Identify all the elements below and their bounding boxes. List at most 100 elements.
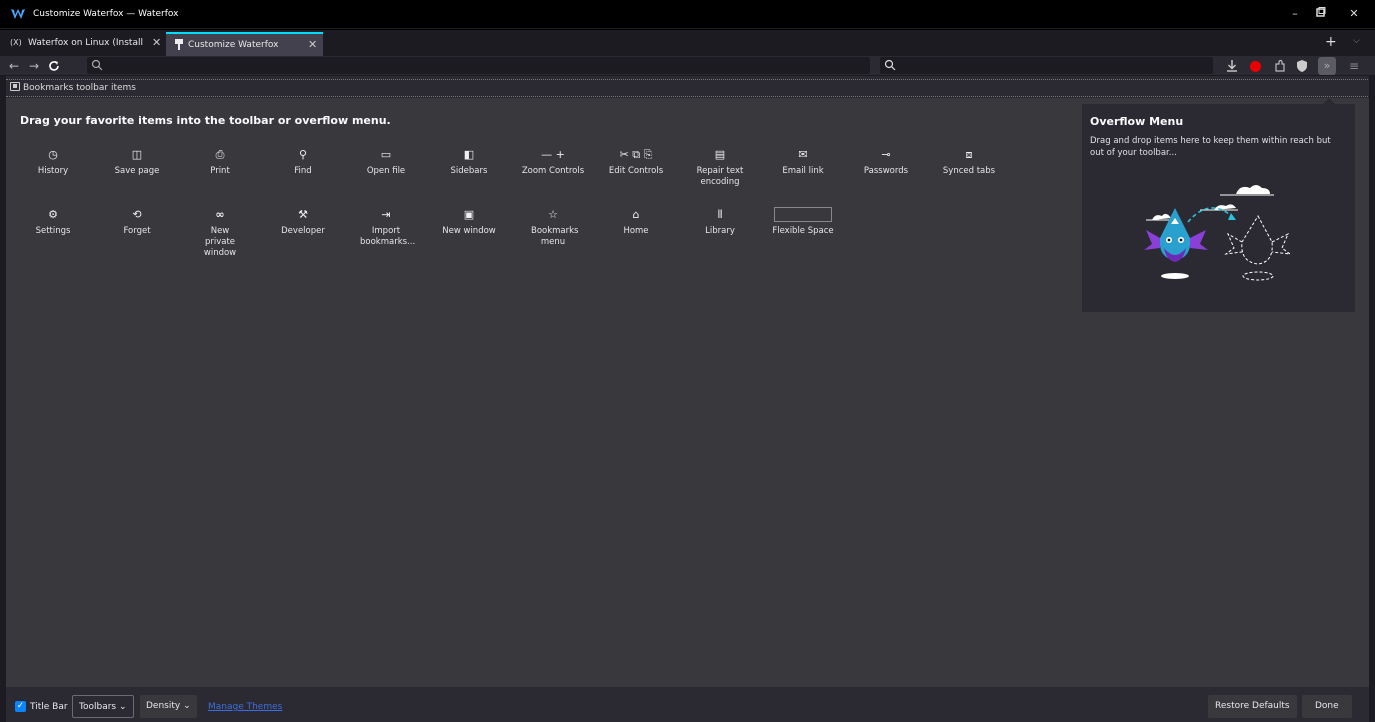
reload-icon xyxy=(49,61,59,71)
forget-icon: ⟲ xyxy=(132,208,142,221)
done-button[interactable]: Done xyxy=(1302,695,1352,718)
palette-item-history[interactable]: ◷ History xyxy=(13,147,93,177)
close-window-button[interactable]: ✕ xyxy=(1345,6,1363,22)
library-icon: ⫴ xyxy=(717,208,723,221)
wrench-icon: ⚒ xyxy=(298,208,308,221)
import-icon: ⇥ xyxy=(381,208,391,221)
bookmarks-menu-icon: ☆ xyxy=(548,208,558,221)
toolbars-dropdown[interactable]: Toolbars ⌄ xyxy=(72,695,134,718)
maximize-button[interactable] xyxy=(1312,6,1330,22)
minimize-button[interactable]: – xyxy=(1286,6,1304,22)
bookmarks-toolbar-items[interactable]: Bookmarks toolbar items xyxy=(10,82,136,93)
forward-button[interactable]: → xyxy=(26,58,42,74)
new-tab-button[interactable]: + xyxy=(1325,34,1337,50)
palette-item-email-link[interactable]: ✉ Email link xyxy=(763,147,843,177)
palette-item-find[interactable]: ⚲ Find xyxy=(263,147,343,177)
palette-item-passwords[interactable]: ⊸ Passwords xyxy=(846,147,926,177)
palette-item-library[interactable]: ⫴ Library xyxy=(680,207,760,237)
private-window-icon: ∞ xyxy=(215,208,225,221)
palette-item-developer[interactable]: ⚒ Developer xyxy=(263,207,343,237)
toolbar-drop-border xyxy=(6,79,1368,80)
palette-item-home[interactable]: ⌂ Home xyxy=(596,207,676,237)
zoom-controls-icon: — + xyxy=(541,148,565,161)
shield-icon[interactable] xyxy=(1294,58,1310,74)
print-icon: ⎙ xyxy=(215,148,225,161)
chevron-down-icon: ⌄ xyxy=(183,701,191,711)
overflow-illustration-icon xyxy=(1144,185,1292,281)
panel-arrow xyxy=(1323,98,1335,104)
density-dropdown[interactable]: Density ⌄ xyxy=(140,695,197,718)
overflow-menu-panel[interactable]: Overflow Menu Drag and drop items here t… xyxy=(1082,98,1355,312)
chevron-down-icon: ⌄ xyxy=(118,702,127,712)
toolbar-drop-border xyxy=(6,96,1368,97)
palette-item-zoom-controls[interactable]: — + Zoom Controls xyxy=(513,147,593,177)
maximize-icon xyxy=(1316,7,1326,17)
download-icon[interactable] xyxy=(1224,58,1240,74)
window-title: Customize Waterfox — Waterfox xyxy=(33,9,179,19)
search-bar[interactable] xyxy=(880,57,1213,74)
close-tab-button[interactable]: ✕ xyxy=(308,38,317,51)
tab-label: Waterfox on Linux (Install xyxy=(28,38,143,48)
restore-defaults-button[interactable]: Restore Defaults xyxy=(1208,695,1297,718)
overflow-menu-button[interactable]: » xyxy=(1318,57,1336,75)
palette-item-sidebars[interactable]: ◧ Sidebars xyxy=(429,147,509,177)
settings-icon: ⚙ xyxy=(48,208,58,221)
tab-strip: (X) Waterfox on Linux (Install ✕ Customi… xyxy=(0,30,1375,56)
tab-customize-waterfox[interactable]: Customize Waterfox ✕ xyxy=(166,32,323,56)
bookmarks-toolbar: Bookmarks toolbar items xyxy=(0,76,1375,98)
edit-controls-icon: ✂ ⧉ ⎘ xyxy=(619,148,653,161)
save-page-icon: ◫ xyxy=(131,148,143,161)
plug-icon xyxy=(175,39,183,50)
bookmarks-toolbar-icon xyxy=(10,82,20,91)
record-indicator-icon[interactable] xyxy=(1250,61,1261,72)
palette-item-import-bookmarks[interactable]: ⇥ Import bookmarks... xyxy=(346,207,426,248)
tab-label: Customize Waterfox xyxy=(188,40,279,50)
home-icon: ⌂ xyxy=(632,208,640,221)
sidebars-icon: ◧ xyxy=(463,148,475,161)
palette-item-repair-text-encoding[interactable]: ▤ Repair text encoding xyxy=(681,147,759,188)
hamburger-menu-button[interactable]: ≡ xyxy=(1346,58,1362,74)
url-bar[interactable] xyxy=(87,57,870,74)
close-tab-button[interactable]: ✕ xyxy=(152,36,161,49)
palette-item-settings[interactable]: ⚙ Settings xyxy=(13,207,93,237)
bookmarks-toolbar-label: Bookmarks toolbar items xyxy=(23,83,136,93)
title-bar: Customize Waterfox — Waterfox – ✕ xyxy=(0,0,1375,29)
tab-favicon-icon: (X) xyxy=(10,38,22,47)
back-button[interactable]: ← xyxy=(6,58,22,74)
overflow-menu-title: Overflow Menu xyxy=(1090,115,1184,128)
customize-footer: ✓ Title Bar Toolbars ⌄ Density ⌄ Manage … xyxy=(6,687,1369,722)
palette-item-print[interactable]: ⎙ Print xyxy=(180,147,260,177)
palette-item-forget[interactable]: ⟲ Forget xyxy=(97,207,177,237)
title-bar-label: Title Bar xyxy=(30,702,68,712)
manage-themes-link[interactable]: Manage Themes xyxy=(208,702,282,712)
synced-tabs-icon: ⧈ xyxy=(965,148,973,161)
palette-item-flexible-space[interactable]: Flexible Space xyxy=(763,204,843,237)
find-icon: ⚲ xyxy=(298,148,308,161)
new-window-icon: ▣ xyxy=(463,208,475,221)
reload-button[interactable] xyxy=(46,58,62,74)
email-link-icon: ✉ xyxy=(798,148,808,161)
palette-item-edit-controls[interactable]: ✂ ⧉ ⎘ Edit Controls xyxy=(596,147,676,177)
palette-item-new-window[interactable]: ▣ New window xyxy=(429,207,509,237)
search-icon xyxy=(884,59,896,71)
passwords-icon: ⊸ xyxy=(881,148,891,161)
palette-item-new-private-window[interactable]: ∞ New private window xyxy=(180,207,260,259)
overflow-menu-description: Drag and drop items here to keep them wi… xyxy=(1090,136,1331,158)
title-bar-checkbox[interactable]: ✓ xyxy=(15,701,26,712)
repair-text-encoding-icon: ▤ xyxy=(714,148,726,161)
palette-heading: Drag your favorite items into the toolba… xyxy=(20,114,391,127)
flexible-space-box xyxy=(774,207,832,222)
right-border xyxy=(1369,76,1375,722)
history-icon: ◷ xyxy=(48,148,58,161)
extensions-icon[interactable] xyxy=(1272,58,1288,74)
open-file-icon: ▭ xyxy=(380,148,392,161)
palette-item-bookmarks-menu[interactable]: ☆ Bookmarks menu xyxy=(513,207,593,248)
tab-waterfox-linux[interactable]: (X) Waterfox on Linux (Install ✕ xyxy=(4,32,164,56)
waterfox-logo-icon xyxy=(11,9,25,19)
palette-item-save-page[interactable]: ◫ Save page xyxy=(97,147,177,177)
palette-item-synced-tabs[interactable]: ⧈ Synced tabs xyxy=(929,147,1009,177)
search-icon xyxy=(91,59,103,71)
nav-bar: ← → » ≡ xyxy=(0,56,1375,76)
list-all-tabs-button[interactable]: ⌵ xyxy=(1353,36,1360,46)
palette-item-open-file[interactable]: ▭ Open file xyxy=(346,147,426,177)
